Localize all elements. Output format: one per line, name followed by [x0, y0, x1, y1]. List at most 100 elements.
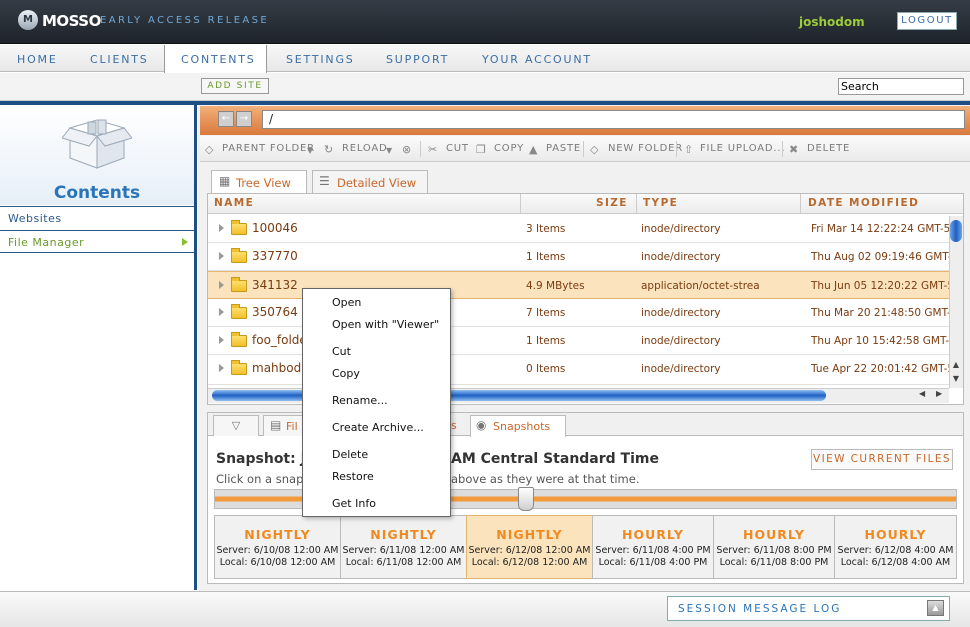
menu-item-restore[interactable]: Restore: [332, 470, 374, 483]
nav-your-account[interactable]: YOUR ACCOUNT: [482, 53, 592, 66]
file-type: inode/directory: [641, 307, 721, 319]
reload-button[interactable]: RELOAD: [342, 143, 388, 154]
logo-text: MOSSO: [42, 12, 101, 30]
file-date: Thu Apr 10 15:42:58 GMT-500: [811, 335, 949, 347]
scroll-left-icon[interactable]: ◀: [919, 389, 925, 398]
column-separator[interactable]: [520, 194, 521, 214]
menu-item-open[interactable]: Open: [332, 296, 361, 309]
menu-item-delete[interactable]: Delete: [332, 448, 368, 461]
cut-button[interactable]: CUT: [446, 143, 469, 154]
snapshot-local-time: Local: 6/11/08 4:00 PM: [598, 557, 708, 568]
snapshot-local-time: Local: 6/12/08 4:00 AM: [840, 557, 951, 568]
username-link[interactable]: joshodom: [799, 15, 865, 29]
snapshot-instructions: Click on a snaps: [216, 472, 310, 486]
session-message-log[interactable]: SESSION MESSAGE LOG: [667, 596, 950, 621]
column-header-date[interactable]: DATE MODIFIED: [808, 197, 919, 209]
snapshot-card[interactable]: HOURLY Server: 6/11/08 8:00 PM Local: 6/…: [713, 515, 835, 579]
menu-item-open-with-viewer[interactable]: Open with "Viewer": [332, 318, 439, 331]
snapshot-server-time: Server: 6/11/08 8:00 PM: [716, 545, 832, 556]
delete-button[interactable]: DELETE: [807, 143, 850, 154]
snapshot-kind: HOURLY: [622, 527, 684, 542]
folder-icon: [231, 304, 247, 319]
file-upload-button[interactable]: FILE UPLOAD...: [700, 143, 785, 154]
file-type: inode/directory: [641, 363, 721, 375]
scroll-down-icon[interactable]: ▼: [950, 374, 962, 385]
snapshot-local-time: Local: 6/12/08 12:00 AM: [471, 557, 588, 568]
upload-icon: ⇧: [684, 143, 694, 156]
search-input[interactable]: Search: [838, 78, 964, 95]
snapshot-card[interactable]: NIGHTLY Server: 6/10/08 12:00 AM Local: …: [214, 515, 341, 579]
menu-item-rename[interactable]: Rename...: [332, 394, 388, 407]
menu-item-create-archive[interactable]: Create Archive...: [332, 421, 424, 434]
snapshot-server-time: Server: 6/11/08 4:00 PM: [595, 545, 711, 556]
menu-item-copy[interactable]: Copy: [332, 367, 360, 380]
column-header-size[interactable]: SIZE: [596, 197, 628, 209]
table-row[interactable]: 100046 3 Items inode/directory Fri Mar 1…: [208, 215, 949, 243]
expand-arrow-icon[interactable]: [219, 252, 224, 260]
toolbar-separator: [583, 141, 584, 157]
paste-button[interactable]: PASTE: [546, 143, 581, 154]
file-name: 100046: [252, 221, 298, 235]
sidebar-item-websites[interactable]: Websites: [0, 206, 194, 229]
snapshot-card[interactable]: HOURLY Server: 6/11/08 4:00 PM Local: 6/…: [592, 515, 714, 579]
collapse-panel-button[interactable]: ▽: [213, 415, 259, 436]
expand-log-icon[interactable]: ▲: [927, 600, 944, 616]
expand-arrow-icon[interactable]: [219, 308, 224, 316]
file-size: 1 Items: [526, 335, 566, 347]
file-name: 337770: [252, 249, 298, 263]
new-folder-button[interactable]: NEW FOLDER: [608, 143, 683, 154]
expand-arrow-icon[interactable]: [219, 281, 224, 289]
add-site-button[interactable]: ADD SITE: [201, 78, 269, 94]
snapshot-kind: HOURLY: [864, 527, 927, 542]
menu-item-cut[interactable]: Cut: [332, 345, 351, 358]
back-button[interactable]: ←: [218, 111, 234, 127]
file-size: 4.9 MBytes: [526, 280, 585, 292]
copy-icon: ❐: [476, 143, 486, 156]
snapshot-title-timezone: AM Central Standard Time: [451, 451, 659, 467]
expand-arrow-icon[interactable]: [219, 224, 224, 232]
nav-support[interactable]: SUPPORT: [386, 53, 449, 66]
scroll-up-icon[interactable]: ▲: [950, 360, 962, 371]
snapshot-server-time: Server: 6/12/08 4:00 AM: [837, 545, 954, 556]
table-row[interactable]: 337770 1 Items inode/directory Thu Aug 0…: [208, 243, 949, 271]
dropdown-icon[interactable]: ▼: [386, 146, 392, 155]
column-header-name[interactable]: NAME: [214, 197, 254, 209]
snapshot-local-time: Local: 6/11/08 12:00 AM: [345, 557, 462, 568]
snapshot-card-selected[interactable]: NIGHTLY Server: 6/12/08 12:00 AM Local: …: [466, 515, 593, 579]
file-type: inode/directory: [641, 223, 721, 235]
snapshot-card[interactable]: HOURLY Server: 6/12/08 4:00 AM Local: 6/…: [834, 515, 957, 579]
file-size: 3 Items: [526, 223, 566, 235]
snapshot-kind: NIGHTLY: [496, 527, 563, 542]
scroll-right-icon[interactable]: ▶: [936, 389, 942, 398]
path-input[interactable]: /: [262, 110, 965, 129]
expand-arrow-icon[interactable]: [219, 364, 224, 372]
copy-button[interactable]: COPY: [494, 143, 524, 154]
file-size: 0 Items: [526, 363, 566, 375]
view-current-files-button[interactable]: VIEW CURRENT FILES: [811, 449, 953, 470]
vertical-scroll-thumb[interactable]: [950, 220, 962, 242]
snapshot-title: Snapshot: Ju: [216, 451, 316, 467]
column-separator[interactable]: [800, 194, 801, 214]
file-name: 350764: [252, 305, 298, 319]
menu-item-get-info[interactable]: Get Info: [332, 497, 376, 510]
nav-contents[interactable]: CONTENTS: [181, 53, 256, 66]
stop-icon[interactable]: ⊗: [402, 143, 411, 156]
parent-folder-button[interactable]: PARENT FOLDER: [222, 143, 315, 154]
file-date: Thu Aug 02 09:19:46 GMT-500: [811, 251, 949, 263]
forward-button[interactable]: →: [236, 111, 252, 127]
nav-settings[interactable]: SETTINGS: [286, 53, 355, 66]
column-separator[interactable]: [636, 194, 637, 214]
logout-button[interactable]: LOGOUT: [897, 12, 957, 30]
nav-home[interactable]: HOME: [17, 53, 58, 66]
dropdown-icon[interactable]: ▼: [307, 146, 313, 155]
file-name: mahbod: [252, 361, 302, 375]
slider-handle[interactable]: [518, 487, 535, 511]
column-header-type[interactable]: TYPE: [643, 197, 678, 209]
snapshot-kind: HOURLY: [743, 527, 805, 542]
tab-partial-label[interactable]: s: [451, 419, 457, 432]
expand-arrow-icon[interactable]: [219, 336, 224, 344]
sidebar-item-file-manager[interactable]: File Manager: [0, 230, 194, 253]
nav-clients[interactable]: CLIENTS: [90, 53, 149, 66]
snapshot-card[interactable]: NIGHTLY Server: 6/11/08 12:00 AM Local: …: [340, 515, 467, 579]
folder-icon: [231, 277, 247, 292]
